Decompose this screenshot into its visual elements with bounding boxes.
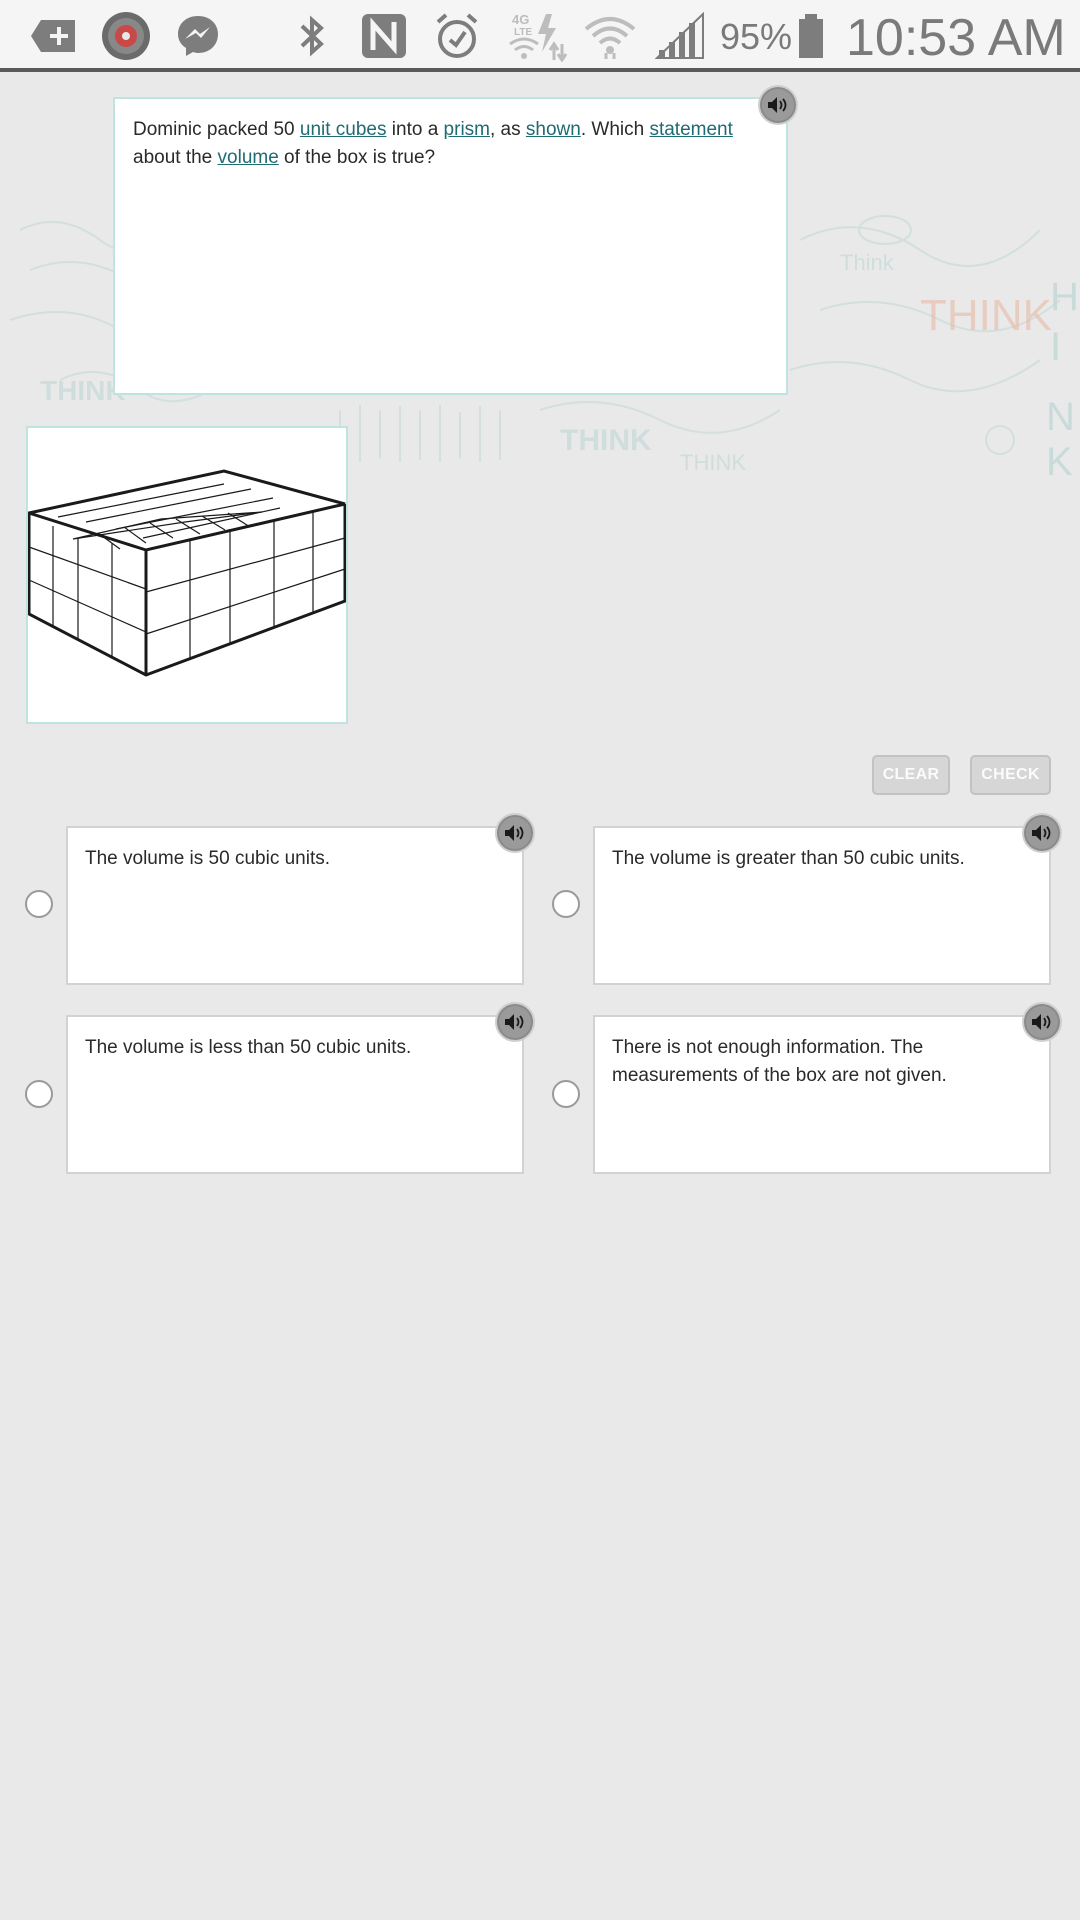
speaker-icon — [1032, 1014, 1051, 1030]
choice-text: The volume is less than 50 cubic units. — [85, 1037, 412, 1058]
bluetooth-icon — [292, 10, 332, 62]
speaker-icon — [1032, 825, 1051, 841]
svg-text:I: I — [1050, 325, 1061, 369]
check-button[interactable]: CHECK — [970, 755, 1051, 795]
question-text-segment: into a — [386, 119, 444, 140]
prism-illustration — [23, 469, 347, 677]
speaker-icon — [505, 825, 524, 841]
lte-icon: 4G LTE — [508, 10, 568, 62]
network-label-top: 4G — [512, 12, 529, 27]
speaker-icon — [768, 97, 787, 113]
svg-text:N: N — [1046, 395, 1075, 439]
nfc-icon — [358, 10, 410, 62]
choice-a-audio-button[interactable] — [495, 813, 535, 853]
glossary-link-prism[interactable]: prism — [444, 119, 490, 140]
glossary-link-unit-cubes[interactable]: unit cubes — [300, 119, 387, 140]
choice-b-audio-button[interactable] — [1022, 813, 1062, 853]
choice-text: The volume is greater than 50 cubic unit… — [612, 848, 965, 869]
messenger-icon[interactable] — [172, 10, 224, 62]
choice-radio-d[interactable] — [552, 1080, 580, 1108]
question-text-segment: of the box is true? — [278, 147, 436, 168]
question-text-segment: about the — [133, 147, 218, 168]
choice-text: The volume is 50 cubic units. — [85, 848, 331, 869]
choice-radio-c[interactable] — [25, 1080, 53, 1108]
speaker-icon — [505, 1014, 524, 1030]
choice-radio-b[interactable] — [552, 890, 580, 918]
question-text-segment: . Which — [580, 119, 650, 140]
doodle-word-2: THINK — [560, 424, 652, 457]
choice-text: There is not enough information. The mea… — [612, 1037, 947, 1086]
question-card: Dominic packed 50 unit cubes into a pris… — [113, 97, 788, 395]
network-label-bottom: LTE — [514, 27, 532, 38]
question-text-segment: Dominic packed 50 — [133, 119, 300, 140]
alarm-icon — [432, 10, 482, 62]
glossary-link-statement[interactable]: statement — [649, 119, 732, 140]
battery-icon — [796, 10, 826, 62]
glossary-link-shown[interactable]: shown — [526, 119, 581, 140]
wifi-icon — [584, 10, 636, 62]
doodle-word-accent: THINK — [920, 291, 1052, 340]
question-audio-button[interactable] — [758, 85, 798, 125]
add-icon[interactable] — [28, 10, 80, 62]
status-bar: 4G LTE 95% 10:53 AM — [0, 0, 1080, 72]
doodle-word-4: Think — [840, 250, 895, 275]
choice-card-b[interactable]: The volume is greater than 50 cubic unit… — [593, 826, 1051, 985]
question-text-segment: , as — [490, 119, 526, 140]
choice-card-d[interactable]: There is not enough information. The mea… — [593, 1015, 1051, 1174]
battery-percent: 95% — [720, 16, 793, 57]
app-avatar-icon[interactable] — [98, 10, 154, 62]
choice-card-a[interactable]: The volume is 50 cubic units. — [66, 826, 524, 985]
choice-d-audio-button[interactable] — [1022, 1002, 1062, 1042]
clear-button[interactable]: CLEAR — [872, 755, 950, 795]
prism-image-card — [23, 426, 348, 724]
svg-text:H: H — [1050, 275, 1079, 319]
choice-card-c[interactable]: The volume is less than 50 cubic units. — [66, 1015, 524, 1174]
doodle-word-3: THINK — [680, 450, 746, 475]
svg-text:K: K — [1046, 440, 1073, 484]
question-text: Dominic packed 50 unit cubes into a pris… — [133, 116, 773, 172]
signal-icon — [654, 10, 706, 62]
clock: 10:53 AM — [846, 9, 1066, 67]
choice-c-audio-button[interactable] — [495, 1002, 535, 1042]
choice-radio-a[interactable] — [25, 890, 53, 918]
glossary-link-volume[interactable]: volume — [218, 147, 279, 168]
